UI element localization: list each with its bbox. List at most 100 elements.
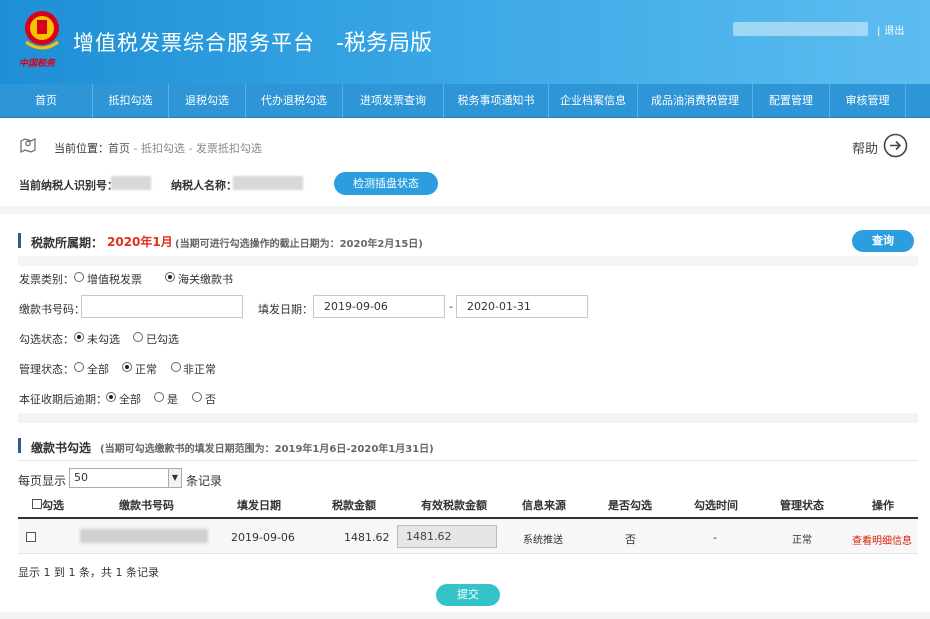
- per-page-select[interactable]: 50 ▼: [69, 468, 182, 488]
- check-status-radio-checked[interactable]: [133, 332, 143, 342]
- app-header: 中国税务 增值税发票综合服务平台 -税务局版 | 退出: [0, 0, 930, 84]
- cell-check-time: -: [713, 531, 717, 544]
- check-status-option-unchecked: 未勾选: [87, 333, 120, 346]
- nav-item-enterprise-archive[interactable]: 企业档案信息: [549, 84, 638, 118]
- page-bottom: [0, 612, 930, 619]
- col-header-tax-amount: 税款金额: [332, 499, 376, 512]
- date-range-separator: -: [449, 300, 453, 313]
- section-marker: [18, 233, 21, 248]
- view-detail-link[interactable]: 查看明细信息: [852, 532, 912, 547]
- invoice-type-label: 发票类别：: [19, 273, 74, 286]
- nav-item-tax-notice[interactable]: 税务事项通知书: [444, 84, 549, 118]
- col-header-valid-tax-amount: 有效税款金额: [421, 499, 487, 512]
- nav-item-deduction-check[interactable]: 抵扣勾选: [93, 84, 169, 118]
- date-from-input[interactable]: [313, 295, 445, 318]
- payment-no-redacted: [80, 529, 208, 543]
- map-location-icon: [20, 138, 36, 153]
- user-info-redacted: [733, 22, 868, 36]
- breadcrumb: 首页 - 抵扣勾选 - 发票抵扣勾选: [108, 140, 262, 156]
- issue-date-label: 填发日期：: [258, 303, 313, 316]
- taxpayer-id-label: 当前纳税人识别号：: [19, 179, 118, 192]
- section-marker: [18, 438, 21, 453]
- overdue-radio-no[interactable]: [192, 392, 202, 402]
- chevron-down-icon[interactable]: ▼: [168, 469, 181, 487]
- check-status-radio-unchecked[interactable]: [74, 332, 84, 342]
- query-button[interactable]: 查询: [852, 230, 914, 252]
- taxpayer-name-redacted: [233, 176, 303, 190]
- nav-item-oil-tax[interactable]: 成品油消费税管理: [638, 84, 753, 118]
- col-header-payment-no: 缴款书号码: [119, 499, 174, 512]
- overdue-radio-yes[interactable]: [154, 392, 164, 402]
- col-header-issue-date: 填发日期: [237, 499, 281, 512]
- per-page-suffix: 条记录: [186, 474, 223, 488]
- manage-status-radio-all[interactable]: [74, 362, 84, 372]
- location-panel: [0, 118, 930, 206]
- section-divider: [18, 413, 918, 423]
- breadcrumb-path: - 抵扣勾选 - 发票抵扣勾选: [130, 142, 262, 155]
- nav-item-input-invoice-query[interactable]: 进项发票查询: [343, 84, 444, 118]
- per-page-prefix: 每页显示: [18, 474, 67, 488]
- help-label[interactable]: 帮助: [852, 138, 878, 157]
- nav-item-review[interactable]: 审核管理: [830, 84, 906, 118]
- cell-source: 系统推送: [523, 535, 563, 546]
- overdue-option-all: 全部: [119, 393, 141, 406]
- col-header-manage-status: 管理状态: [780, 499, 824, 512]
- invoice-type-option-customs: 海关缴款书: [178, 273, 233, 286]
- col-header-is-checked: 是否勾选: [608, 499, 652, 512]
- manage-status-label: 管理状态：: [19, 363, 74, 376]
- payment-no-input[interactable]: [81, 295, 243, 318]
- per-page-value: 50: [74, 471, 88, 484]
- period-value: 2020年1月: [107, 235, 173, 249]
- section-line: [18, 460, 918, 461]
- overdue-label: 本征收期后逾期：: [19, 393, 107, 406]
- app-title: 增值税发票综合服务平台: [73, 31, 315, 55]
- invoice-type-option-vat: 增值税发票: [87, 273, 142, 286]
- overdue-option-no: 否: [205, 393, 216, 406]
- taxpayer-id-redacted: [111, 176, 151, 190]
- tax-emblem-icon: [25, 11, 59, 50]
- app-subtitle: -税务局版: [336, 31, 432, 56]
- logout-label: 退出: [884, 26, 905, 37]
- overdue-radio-all[interactable]: [106, 392, 116, 402]
- manage-status-option-abnormal: 非正常: [183, 363, 216, 376]
- check-plugin-button[interactable]: 检测插盘状态: [334, 172, 438, 195]
- cell-tax-amount: 1481.62: [344, 531, 390, 544]
- logo-text: 中国税务: [19, 59, 56, 69]
- breadcrumb-home[interactable]: 首页: [108, 142, 130, 155]
- logout-link[interactable]: | 退出: [877, 22, 904, 37]
- payment-check-section-title: 缴款书勾选: [31, 441, 92, 455]
- manage-status-option-normal: 正常: [135, 363, 157, 376]
- manage-status-option-all: 全部: [87, 363, 109, 376]
- invoice-type-radio-customs[interactable]: [165, 272, 175, 282]
- logout-separator: |: [877, 26, 881, 37]
- manage-status-radio-abnormal[interactable]: [171, 362, 181, 372]
- section-divider: [18, 256, 918, 266]
- check-status-label: 勾选状态：: [19, 333, 74, 346]
- cell-is-checked: 否: [625, 533, 636, 546]
- table-summary: 显示 1 到 1 条，共 1 条记录: [18, 566, 159, 579]
- overdue-option-yes: 是: [167, 393, 178, 406]
- nav-item-home[interactable]: 首页: [0, 84, 93, 118]
- date-to-input[interactable]: [456, 295, 588, 318]
- main-nav: 首页 抵扣勾选 退税勾选 代办退税勾选 进项发票查询 税务事项通知书 企业档案信…: [0, 84, 930, 118]
- row-checkbox[interactable]: [26, 532, 36, 542]
- nav-item-agent-refund-check[interactable]: 代办退税勾选: [246, 84, 343, 118]
- cell-issue-date: 2019-09-06: [231, 531, 295, 544]
- col-header-check-time: 勾选时间: [694, 499, 738, 512]
- nav-item-refund-check[interactable]: 退税勾选: [169, 84, 246, 118]
- col-header-check: 勾选: [42, 499, 64, 512]
- cell-valid-tax-amount-input[interactable]: 1481.62: [397, 525, 497, 548]
- location-label: 当前位置：: [54, 142, 109, 155]
- payment-check-note: (当期可勾选缴款书的填发日期范围为：2019年1月6日-2020年1月31日): [100, 444, 434, 455]
- col-header-action: 操作: [872, 499, 894, 512]
- select-all-checkbox[interactable]: [32, 499, 42, 509]
- nav-item-config[interactable]: 配置管理: [753, 84, 830, 118]
- manage-status-radio-normal[interactable]: [122, 362, 132, 372]
- cell-manage-status: 正常: [792, 535, 812, 546]
- arrow-right-circle-icon[interactable]: [883, 133, 908, 158]
- payment-no-label: 缴款书号码：: [19, 303, 85, 316]
- period-label: 税款所属期：: [31, 236, 104, 250]
- col-header-source: 信息来源: [522, 499, 566, 512]
- submit-button[interactable]: 提交: [436, 584, 500, 606]
- invoice-type-radio-vat[interactable]: [74, 272, 84, 282]
